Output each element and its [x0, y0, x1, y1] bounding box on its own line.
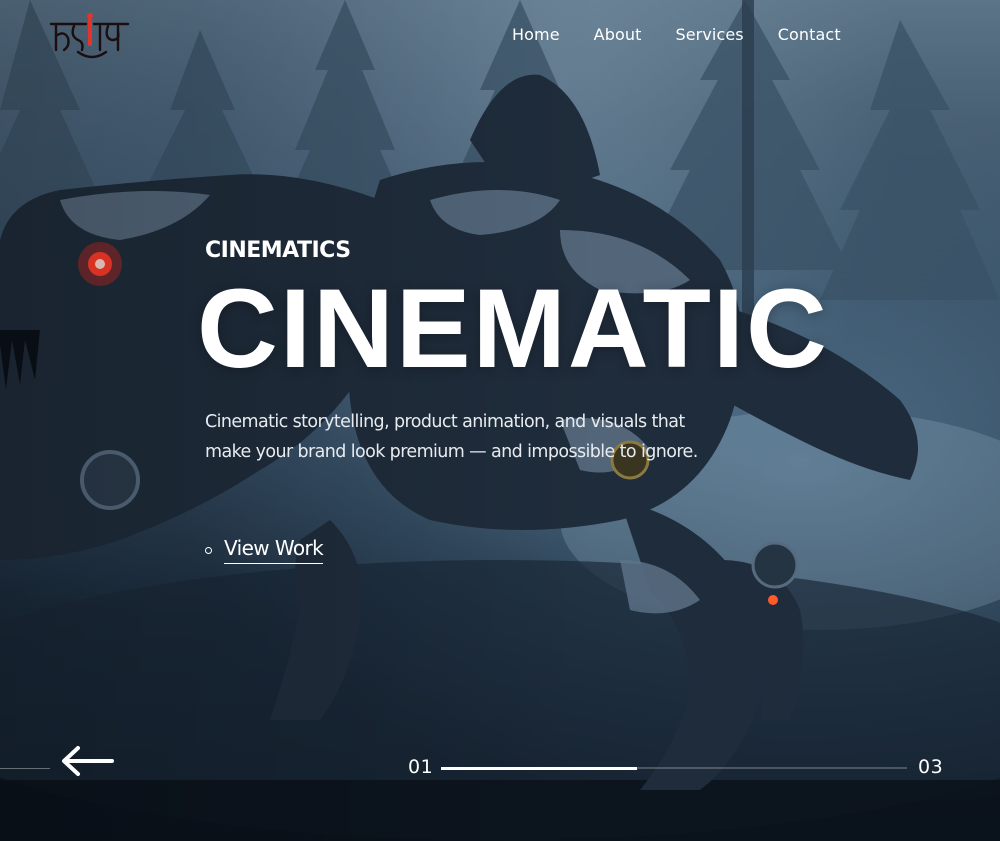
hero-eyebrow: CINEMATICS	[205, 238, 351, 263]
arrow-left-icon[interactable]	[60, 744, 114, 778]
hero-description: Cinematic storytelling, product animatio…	[205, 412, 698, 462]
circle-bullet-icon	[205, 546, 212, 554]
main-nav: Home About Services Contact	[512, 25, 841, 44]
slide-counter-current: 01	[408, 756, 434, 778]
nav-item-home[interactable]: Home	[512, 25, 560, 44]
view-work-link[interactable]: View Work	[205, 536, 324, 564]
slide-counter-total: 03	[918, 756, 944, 778]
nav-item-contact[interactable]: Contact	[778, 25, 841, 44]
view-work-label: View Work	[224, 536, 324, 564]
slide-progress-fill	[441, 766, 637, 770]
brand-logo[interactable]	[48, 12, 132, 60]
hero-section: Home About Services Contact CINEMATICS C…	[0, 0, 1000, 841]
left-divider-line	[0, 768, 50, 769]
nav-item-services[interactable]: Services	[675, 25, 743, 44]
hero-headline: CINEMATIC	[197, 266, 829, 391]
slide-progress-track[interactable]	[441, 766, 907, 770]
nav-item-about[interactable]: About	[594, 25, 642, 44]
